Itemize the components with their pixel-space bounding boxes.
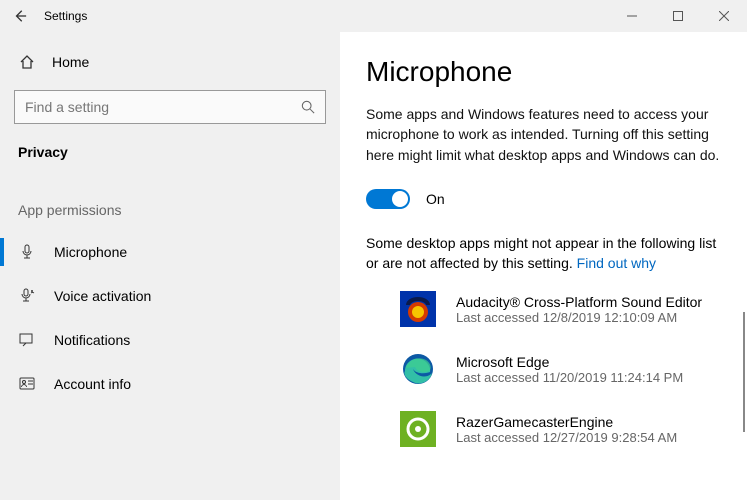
app-meta: Last accessed 11/20/2019 11:24:14 PM (456, 370, 683, 385)
app-icon-audacity (400, 291, 436, 327)
app-meta: Last accessed 12/27/2019 9:28:54 AM (456, 430, 677, 445)
app-icon-edge (400, 351, 436, 387)
app-row-razer: RazerGamecasterEngine Last accessed 12/2… (366, 411, 725, 447)
sidebar: Home Privacy App permissions Microphone … (0, 32, 340, 500)
close-button[interactable] (701, 0, 747, 32)
nav-label: Voice activation (54, 288, 151, 304)
search-input[interactable] (25, 99, 301, 115)
back-button[interactable] (0, 0, 40, 32)
nav-item-account-info[interactable]: Account info (0, 362, 340, 406)
search-box[interactable] (14, 90, 326, 124)
app-row-audacity: Audacity® Cross-Platform Sound Editor La… (366, 291, 725, 327)
maximize-icon (673, 11, 683, 21)
toggle-label: On (426, 191, 445, 207)
app-name: Audacity® Cross-Platform Sound Editor (456, 294, 702, 310)
titlebar: Settings (0, 0, 747, 32)
account-info-icon (18, 375, 36, 393)
search-icon (301, 100, 315, 114)
toggle-knob (392, 191, 408, 207)
scrollbar[interactable] (743, 312, 745, 432)
group-label: App permissions (0, 178, 340, 230)
arrow-left-icon (13, 9, 27, 23)
window-controls (609, 0, 747, 32)
nav-item-microphone[interactable]: Microphone (0, 230, 340, 274)
page-description: Some apps and Windows features need to a… (366, 104, 725, 165)
nav-label: Notifications (54, 332, 130, 348)
notifications-icon (18, 331, 36, 349)
section-label: Privacy (0, 138, 340, 178)
nav-item-notifications[interactable]: Notifications (0, 318, 340, 362)
note-text: Some desktop apps might not appear in th… (366, 235, 716, 271)
page-title: Microphone (366, 56, 725, 88)
app-name: RazerGamecasterEngine (456, 414, 677, 430)
nav-label: Microphone (54, 244, 127, 260)
nav-item-voice-activation[interactable]: Voice activation (0, 274, 340, 318)
minimize-button[interactable] (609, 0, 655, 32)
home-nav[interactable]: Home (0, 42, 340, 82)
nav-label: Account info (54, 376, 131, 392)
window-title: Settings (40, 9, 609, 23)
home-label: Home (52, 54, 89, 70)
maximize-button[interactable] (655, 0, 701, 32)
minimize-icon (627, 11, 637, 21)
find-out-why-link[interactable]: Find out why (577, 255, 656, 271)
app-icon-razer (400, 411, 436, 447)
main: Microphone Some apps and Windows feature… (340, 32, 747, 500)
microphone-toggle[interactable] (366, 189, 410, 209)
app-row-edge: Microsoft Edge Last accessed 11/20/2019 … (366, 351, 725, 387)
note: Some desktop apps might not appear in th… (366, 233, 725, 274)
app-meta: Last accessed 12/8/2019 12:10:09 AM (456, 310, 702, 325)
app-name: Microsoft Edge (456, 354, 683, 370)
voice-activation-icon (18, 287, 36, 305)
home-icon (18, 53, 36, 71)
close-icon (719, 11, 729, 21)
microphone-icon (18, 243, 36, 261)
